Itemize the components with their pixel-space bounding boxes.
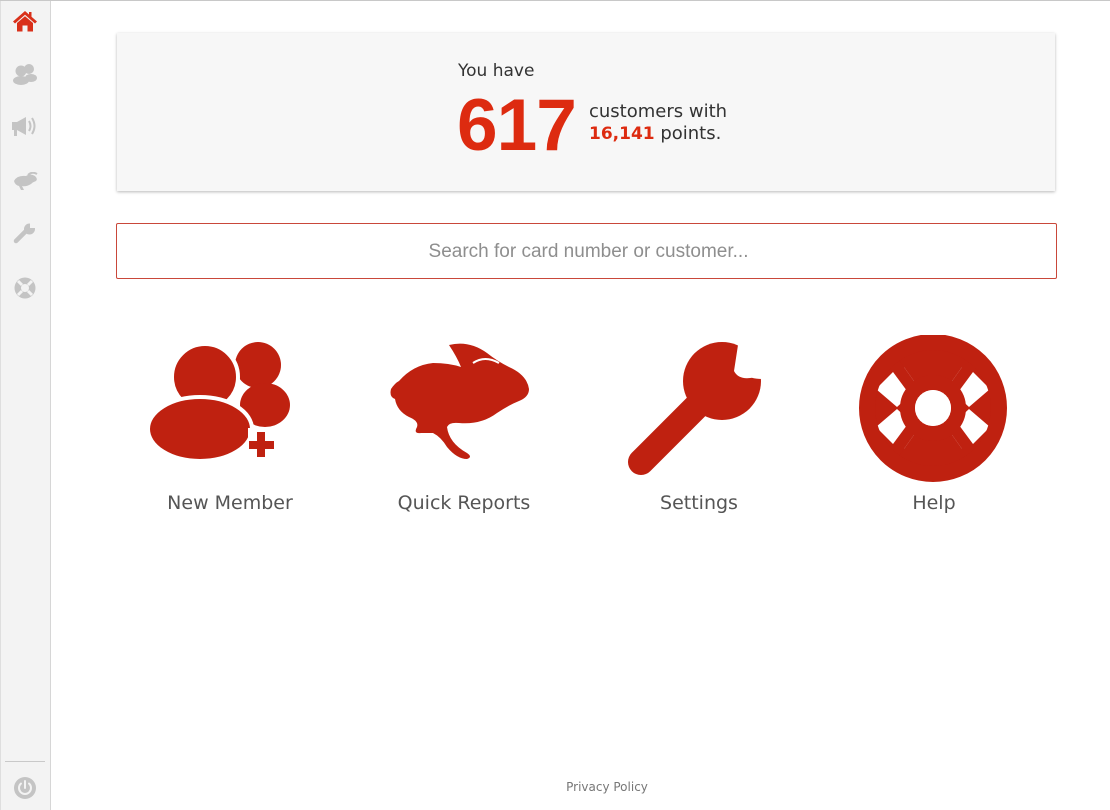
tile-new-member[interactable]: New Member [135, 335, 325, 525]
sidebar-divider [5, 761, 45, 762]
sidebar-item-members[interactable] [10, 59, 40, 89]
sidebar-item-home[interactable] [10, 6, 40, 36]
tile-help[interactable]: Help [839, 335, 1029, 525]
stats-prefix: You have [458, 61, 535, 81]
tile-label: Help [912, 492, 956, 514]
sidebar-item-reports[interactable] [10, 167, 40, 197]
add-member-icon [146, 342, 290, 463]
home-icon [13, 11, 37, 32]
sidebar-item-help[interactable] [10, 273, 40, 303]
sidebar [0, 1, 51, 810]
power-icon [14, 777, 36, 799]
search-box [116, 223, 1060, 280]
tile-label: Settings [660, 492, 738, 514]
points-suffix: points. [654, 123, 722, 144]
megaphone-icon [12, 117, 36, 136]
wrench-icon [628, 335, 774, 475]
tile-label: New Member [167, 492, 293, 514]
lifebuoy-icon [14, 277, 36, 299]
points-line: 16,141 points. [589, 123, 721, 144]
tile-quick-reports[interactable]: Quick Reports [369, 335, 559, 525]
points-count: 16,141 [589, 124, 655, 144]
sidebar-item-settings[interactable] [10, 219, 40, 249]
sidebar-item-logout[interactable] [10, 773, 40, 803]
lifebuoy-icon [859, 335, 1007, 482]
wrench-icon [13, 223, 36, 244]
customers-text: customers with [589, 101, 728, 122]
sidebar-item-campaigns[interactable] [10, 111, 40, 141]
rabbit-icon [14, 172, 38, 190]
customer-stats-card: You have 617 customers with 16,141 point… [117, 33, 1055, 191]
members-icon [13, 64, 37, 85]
tile-label: Quick Reports [397, 492, 531, 514]
customer-count: 617 [457, 85, 577, 166]
privacy-policy-link[interactable]: Privacy Policy [560, 780, 654, 794]
rabbit-icon [390, 343, 529, 459]
tile-settings[interactable]: Settings [604, 335, 794, 525]
window-top-border [0, 0, 1110, 1]
search-input[interactable] [117, 224, 1060, 280]
